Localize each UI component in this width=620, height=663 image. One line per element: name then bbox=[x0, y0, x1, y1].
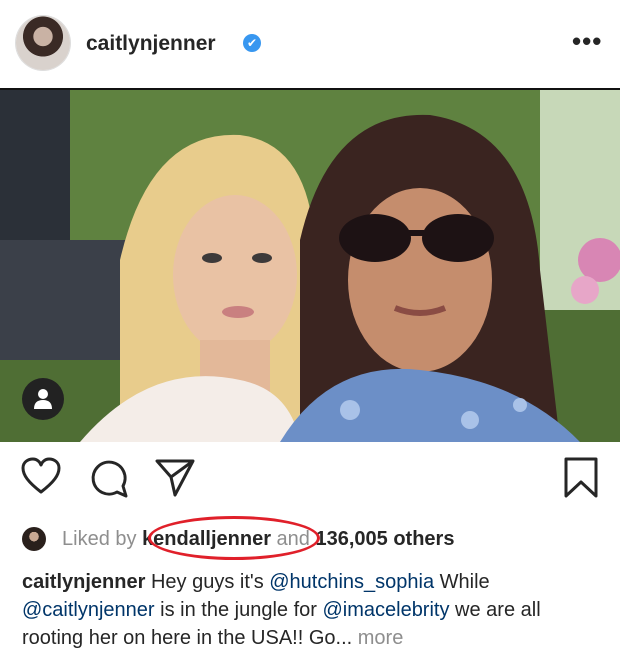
post-photo[interactable] bbox=[0, 90, 620, 442]
liked-by-label: Liked by bbox=[62, 528, 143, 550]
send-icon[interactable] bbox=[154, 456, 196, 498]
mention-link[interactable]: @caitlynjenner bbox=[22, 599, 155, 621]
heart-icon[interactable] bbox=[20, 456, 62, 498]
post-header: caitlynjenner ✔ ••• bbox=[0, 0, 620, 90]
likes-count[interactable]: 136,005 others bbox=[315, 528, 454, 550]
action-bar bbox=[0, 456, 620, 504]
photo-illustration bbox=[0, 90, 620, 442]
caption-text: Hey guys it's bbox=[145, 571, 270, 593]
user-icon bbox=[34, 389, 52, 409]
mention-link[interactable]: @hutchins_sophia bbox=[269, 571, 434, 593]
tagged-users-button[interactable] bbox=[22, 378, 64, 420]
caption-author[interactable]: caitlynjenner bbox=[22, 571, 145, 593]
verified-badge-icon: ✔ bbox=[243, 34, 261, 52]
author-avatar[interactable] bbox=[16, 16, 70, 70]
author-username[interactable]: caitlynjenner bbox=[86, 32, 216, 56]
comment-icon[interactable] bbox=[88, 456, 130, 498]
caption-text: is in the jungle for bbox=[154, 599, 323, 621]
liker-avatar[interactable] bbox=[22, 527, 46, 551]
instagram-post: caitlynjenner ✔ ••• Liked by kendalljenn… bbox=[0, 0, 620, 663]
post-caption: caitlynjenner Hey guys it's @hutchins_so… bbox=[22, 568, 607, 652]
bookmark-icon[interactable] bbox=[560, 456, 602, 498]
highlight-circle bbox=[148, 516, 320, 560]
caption-text: While bbox=[434, 571, 490, 593]
mention-link[interactable]: @imacelebrity bbox=[322, 599, 449, 621]
caption-more-link[interactable]: more bbox=[352, 627, 404, 649]
more-options-button[interactable]: ••• bbox=[572, 28, 606, 54]
